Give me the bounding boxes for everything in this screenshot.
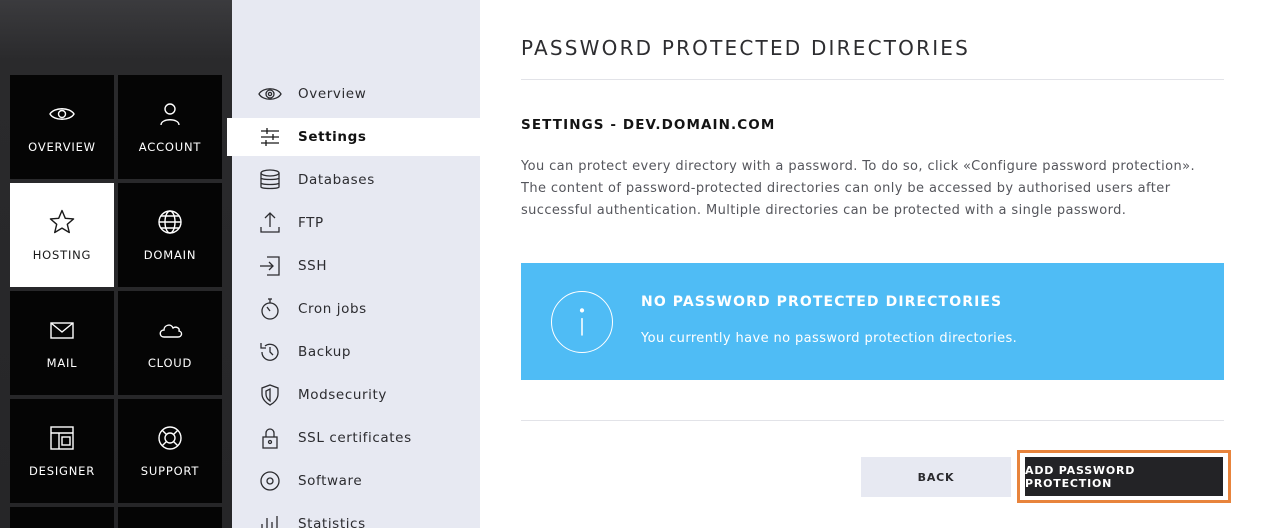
subnav-item-label: Overview [298, 86, 367, 102]
stopwatch-icon [258, 297, 282, 321]
subnav-item-label: Statistics [298, 516, 366, 528]
nav-tile-label: CLOUD [147, 356, 193, 370]
nav-tile-designer[interactable]: DESIGNER [10, 399, 114, 503]
nav-tile-domain[interactable]: DOMAIN [118, 183, 222, 287]
info-icon [551, 291, 613, 353]
cloud-icon [159, 324, 183, 338]
subnav-item-ftp[interactable]: FTP [232, 204, 480, 242]
subnav-item-label: FTP [298, 215, 324, 231]
lifebuoy-icon [158, 426, 182, 450]
eye-icon [258, 82, 282, 106]
upload-icon [258, 211, 282, 235]
subnav-item-label: SSH [298, 258, 328, 274]
subnav-item-label: Cron jobs [298, 301, 367, 317]
envelope-icon [50, 322, 74, 339]
info-box: NO PASSWORD PROTECTED DIRECTORIES You cu… [521, 263, 1224, 380]
subnav-item-cron-jobs[interactable]: Cron jobs [232, 290, 480, 328]
subnav-item-label: Backup [298, 344, 352, 360]
subnav-item-ssl-certificates[interactable]: SSL certificates [232, 419, 480, 457]
bar-chart-icon [258, 512, 282, 528]
database-icon [258, 168, 282, 192]
subnav-item-backup[interactable]: Backup [232, 333, 480, 371]
subnav-item-overview[interactable]: Overview [232, 75, 480, 113]
shield-icon [258, 383, 282, 407]
main-content: PASSWORD PROTECTED DIRECTORIES SETTINGS … [480, 0, 1264, 528]
subnav-item-ssh[interactable]: SSH [232, 247, 480, 285]
eye-icon [49, 108, 75, 120]
layout-icon [50, 426, 74, 450]
subnav-item-databases[interactable]: Databases [232, 161, 480, 199]
subnav-item-modsecurity[interactable]: Modsecurity [232, 376, 480, 414]
globe-icon [158, 210, 182, 234]
nav-tile-hosting[interactable]: HOSTING [10, 183, 114, 287]
nav-tile-label: HOSTING [32, 248, 92, 262]
nav-tile-support[interactable]: SUPPORT [118, 399, 222, 503]
nav-tile-partial[interactable] [118, 507, 222, 528]
nav-tile-mail[interactable]: MAIL [10, 291, 114, 395]
nav-tile-label: DOMAIN [143, 248, 197, 262]
subnav-item-label: SSL certificates [298, 430, 412, 446]
nav-tile-label: ACCOUNT [138, 140, 202, 154]
nav-tile-overview[interactable]: OVERVIEW [10, 75, 114, 179]
hosting-subnav: Overview Settings Databases FTP SSH Cron… [227, 0, 480, 528]
nav-tile-account[interactable]: ACCOUNT [118, 75, 222, 179]
info-text: You currently have no password protectio… [641, 331, 1018, 346]
nav-tile-label: MAIL [46, 356, 78, 370]
subnav-item-label: Software [298, 473, 363, 489]
nav-tile-label: SUPPORT [140, 464, 200, 478]
login-icon [258, 254, 282, 278]
sliders-icon [258, 125, 282, 149]
add-password-protection-highlight: ADD PASSWORD PROTECTION [1017, 450, 1231, 503]
history-icon [258, 340, 282, 364]
divider [521, 79, 1224, 80]
nav-tile-label: OVERVIEW [28, 140, 96, 154]
divider [521, 420, 1224, 421]
page-title: PASSWORD PROTECTED DIRECTORIES [521, 36, 971, 60]
nav-tile-label: DESIGNER [29, 464, 95, 478]
subnav-item-label: Modsecurity [298, 387, 387, 403]
subnav-item-settings[interactable]: Settings [227, 118, 480, 156]
back-button[interactable]: BACK [861, 457, 1011, 497]
main-nav-panel: OVERVIEW ACCOUNT HOSTING DOMAIN MAIL CLO… [0, 0, 232, 528]
info-title: NO PASSWORD PROTECTED DIRECTORIES [641, 294, 1003, 310]
nav-tile-cloud[interactable]: CLOUD [118, 291, 222, 395]
lock-icon [258, 426, 282, 450]
nav-tile-partial[interactable] [10, 507, 114, 528]
add-password-protection-button[interactable]: ADD PASSWORD PROTECTION [1025, 457, 1223, 496]
description-text: You can protect every directory with a p… [521, 159, 1196, 218]
subnav-item-software[interactable]: Software [232, 462, 480, 500]
disc-icon [258, 469, 282, 493]
section-title: SETTINGS - DEV.DOMAIN.COM [521, 117, 776, 133]
subnav-item-label: Databases [298, 172, 375, 188]
subnav-item-statistics[interactable]: Statistics [232, 505, 480, 528]
user-icon [160, 103, 180, 126]
star-icon [49, 209, 75, 234]
subnav-item-label: Settings [298, 129, 367, 145]
